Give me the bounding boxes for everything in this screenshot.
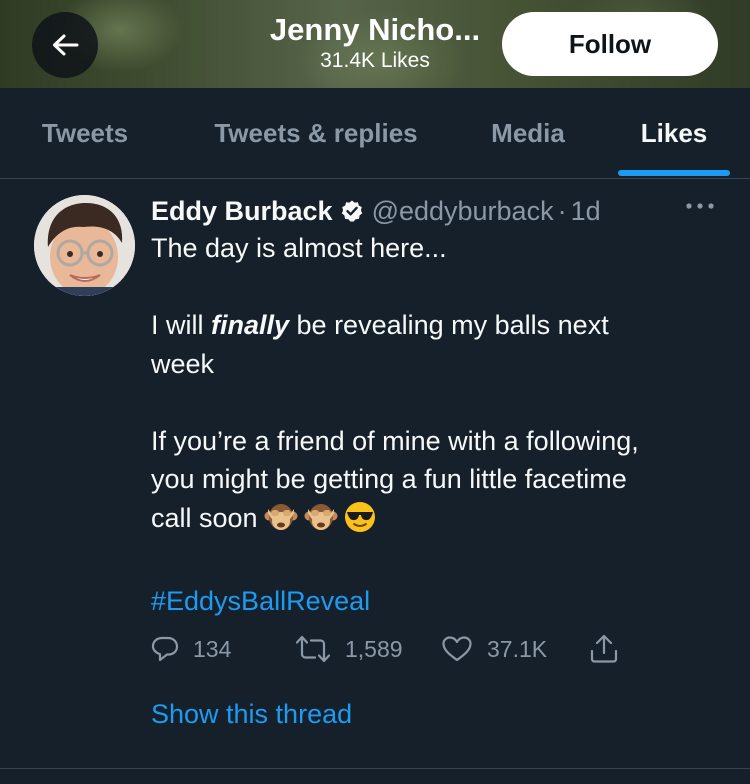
follow-button[interactable]: Follow <box>502 12 718 76</box>
back-button[interactable] <box>32 12 98 78</box>
header-title-block: Jenny Nicho... 31.4K Likes <box>230 12 520 74</box>
like-count: 37.1K <box>487 635 548 662</box>
avatar-image <box>34 195 135 296</box>
separator-dot: · <box>557 195 567 226</box>
tweet-line: call soon <box>151 499 721 544</box>
retweet-count: 1,589 <box>345 635 403 662</box>
sunglasses-face-icon <box>344 501 376 544</box>
reply-button[interactable]: 134 <box>151 629 231 669</box>
profile-header: Jenny Nicho... 31.4K Likes Follow <box>0 0 750 88</box>
tab-media[interactable]: Media <box>460 88 596 178</box>
avatar[interactable] <box>34 195 135 296</box>
like-button[interactable]: 37.1K <box>441 629 547 669</box>
author-handle[interactable]: @eddyburback <box>372 196 554 227</box>
tab-tweets[interactable]: Tweets <box>0 88 170 178</box>
reply-count: 134 <box>193 635 232 662</box>
tab-likes[interactable]: Likes <box>600 88 748 178</box>
hashtag-link[interactable]: #EddysBallReveal <box>151 582 721 621</box>
tweet-line: you might be getting a fun little faceti… <box>151 464 627 494</box>
divider <box>0 768 750 769</box>
profile-tabs: Tweets Tweets & replies Media Likes <box>0 88 750 179</box>
tweet-actions: 134 1,589 37.1K <box>151 629 711 669</box>
tweet-line: If you’re a friend of mine with a follow… <box>151 425 639 456</box>
see-no-evil-monkey-icon <box>304 501 338 544</box>
share-button[interactable] <box>589 629 633 669</box>
author-name[interactable]: Eddy Burback <box>151 196 333 227</box>
retweet-button[interactable]: 1,589 <box>295 629 403 669</box>
tweet-line: week <box>151 348 215 379</box>
tweet-author-line: Eddy Burback @eddyburback · 1d <box>151 193 601 229</box>
tweet[interactable]: Eddy Burback @eddyburback · 1d The day i… <box>0 179 750 768</box>
emphasis-text: finally <box>211 310 290 340</box>
profile-name: Jenny Nicho... <box>269 12 481 47</box>
verified-badge-icon <box>340 199 364 223</box>
tab-tweets-replies[interactable]: Tweets & replies <box>180 88 452 178</box>
heart-icon <box>442 636 472 662</box>
likes-count: 31.4K Likes <box>320 49 430 72</box>
reply-icon <box>151 636 179 662</box>
retweet-icon <box>295 635 331 663</box>
tweet-text: The day is almost here... I will finally… <box>151 229 721 620</box>
arrow-left-icon <box>53 34 79 56</box>
show-thread-link[interactable]: Show this thread <box>151 699 352 730</box>
tweet-line: The day is almost here... <box>151 233 447 263</box>
tweet-line: I will finally be revealing my balls nex… <box>151 310 609 340</box>
more-options-icon[interactable] <box>684 199 716 213</box>
tweet-age[interactable]: 1d <box>571 196 601 227</box>
active-tab-indicator <box>618 170 730 176</box>
share-icon <box>590 634 618 663</box>
see-no-evil-monkey-icon <box>264 501 298 544</box>
